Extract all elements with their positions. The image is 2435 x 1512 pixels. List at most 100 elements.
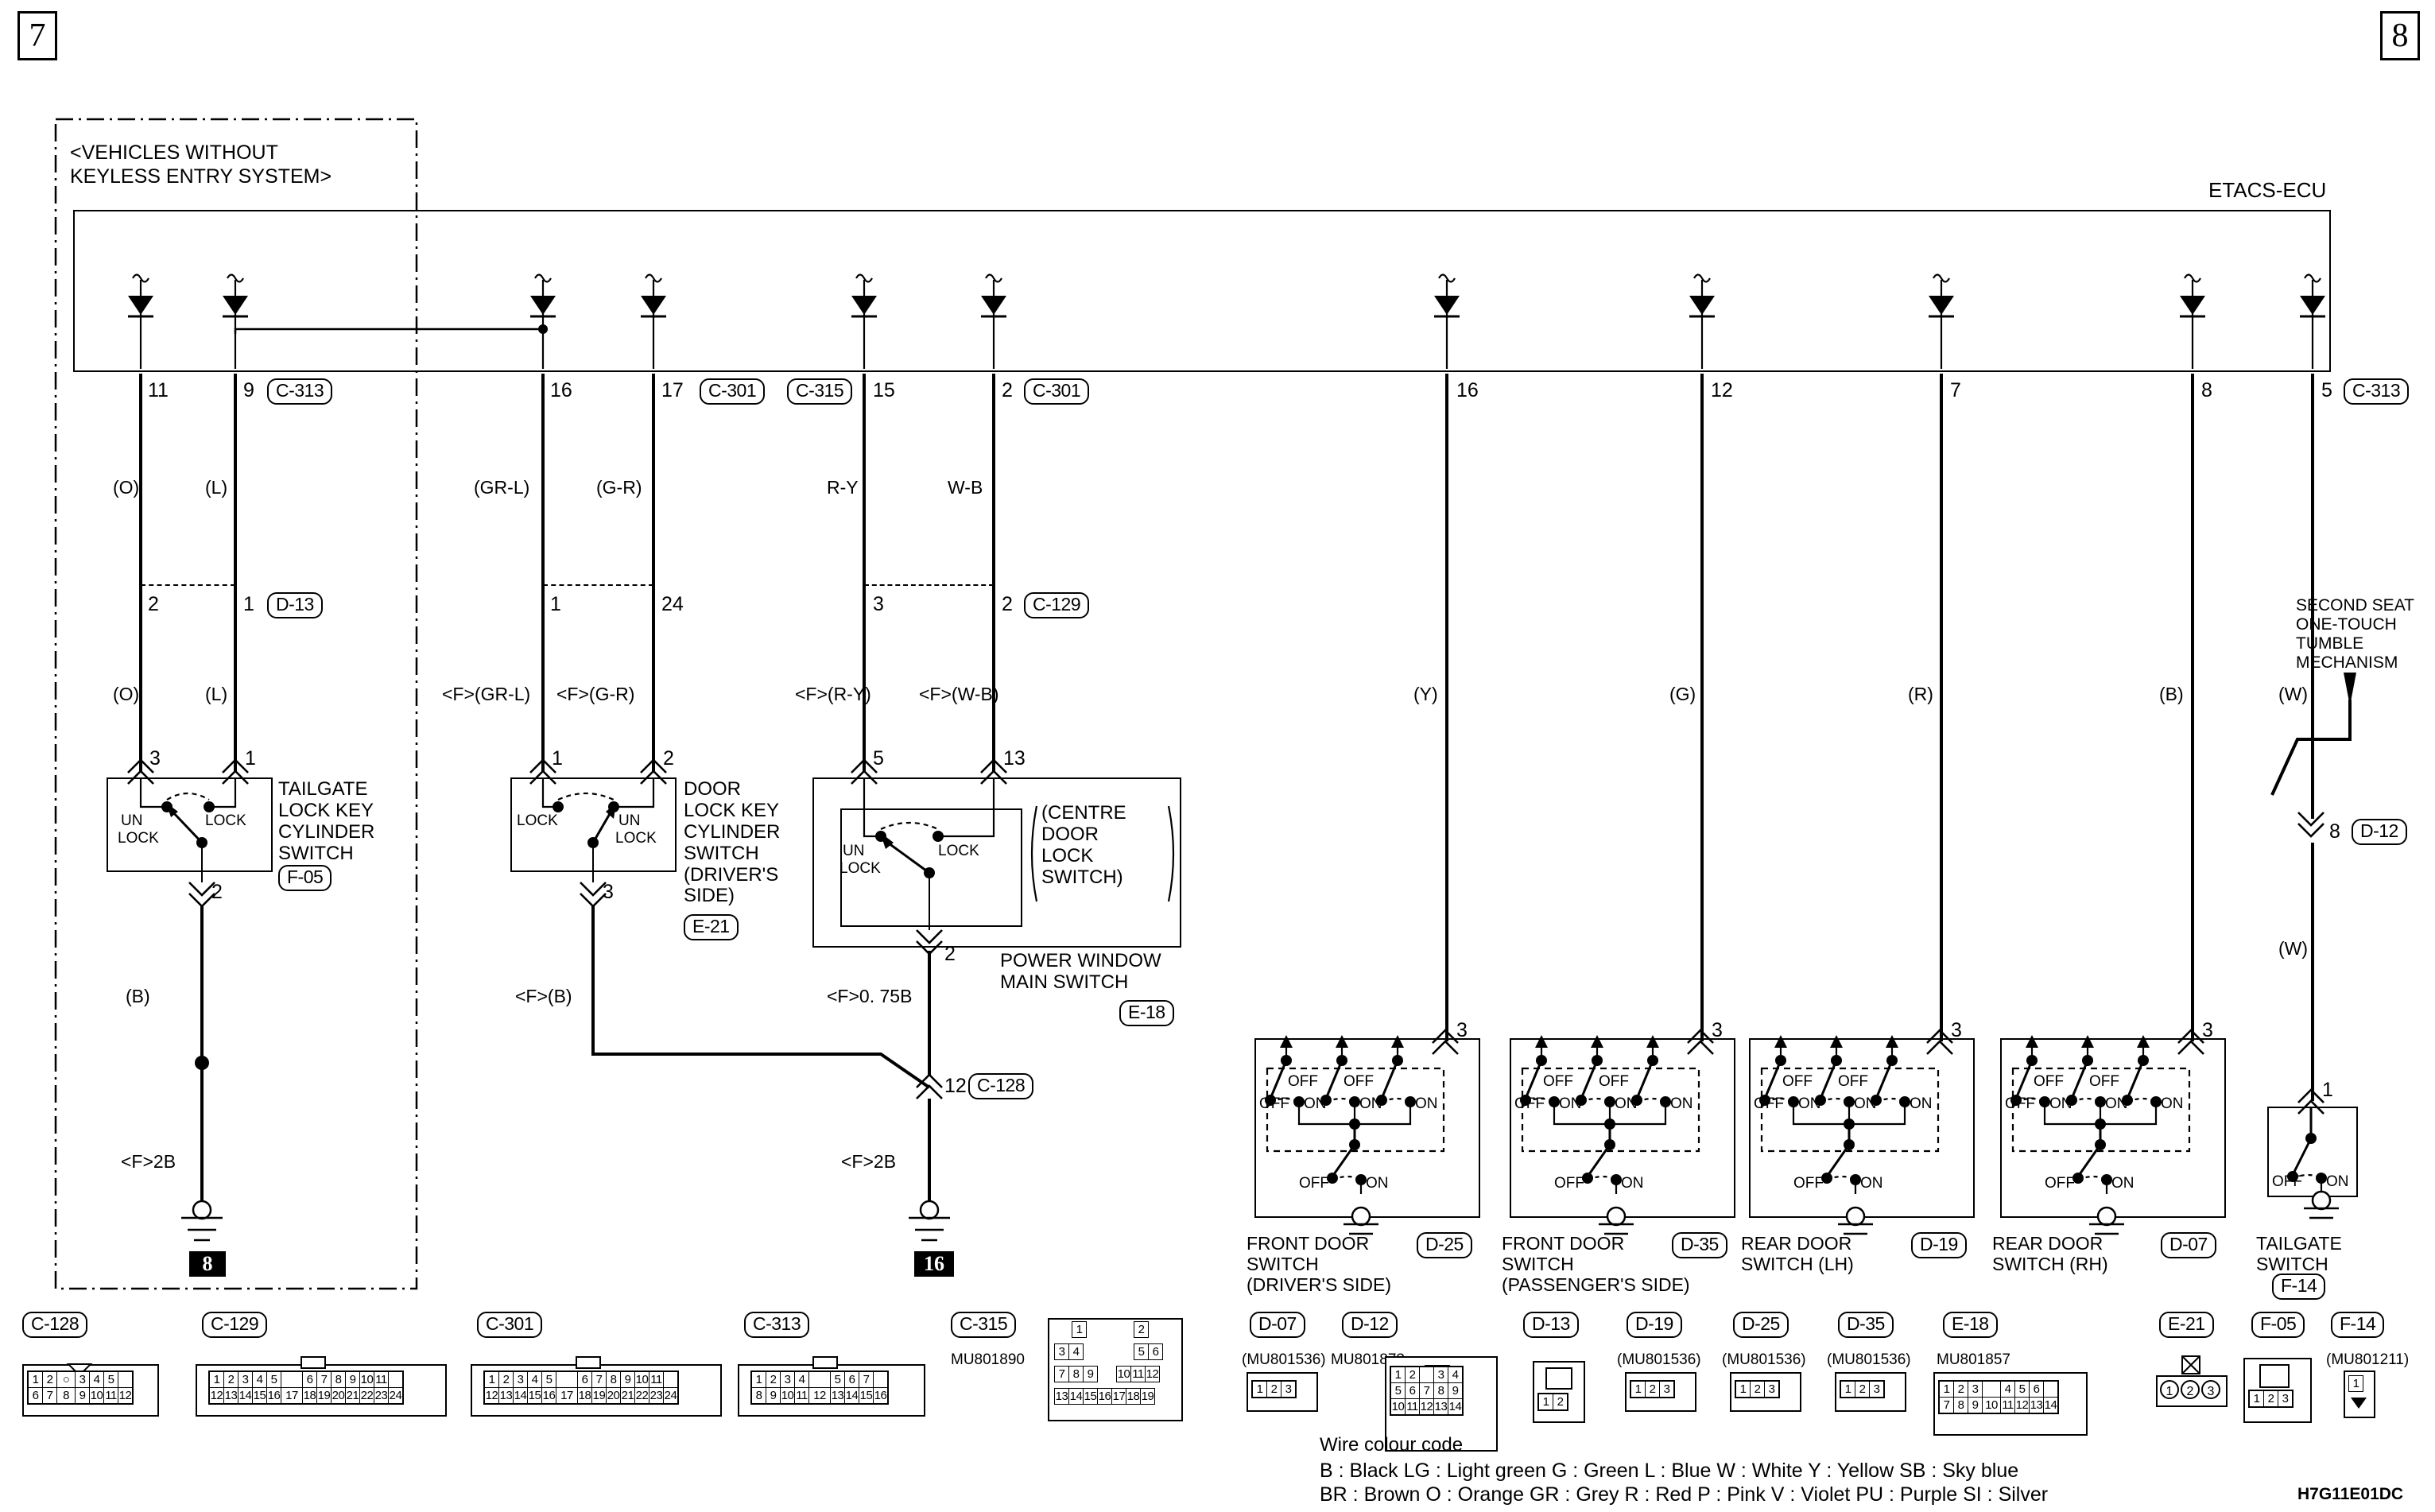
pin-cell: 11 [794, 1387, 809, 1405]
legend-pintable-C-315-r1b: 2 [1134, 1321, 1149, 1338]
pin-cell: 14 [238, 1387, 253, 1405]
pin-right-mid-2: 2 [1002, 593, 1013, 615]
pin-cell: 12 [2014, 1397, 2030, 1414]
d07-off-3: OFF [2089, 1073, 2119, 1090]
d07-on-3: ON [2161, 1095, 2184, 1112]
legend-connector-D-19: D-19 [1627, 1312, 1682, 1339]
wire-colour-left-lower-1: (O) [113, 684, 140, 704]
legend-part-E-18: MU801857 [1937, 1351, 2010, 1368]
pin-cell: 12 [1419, 1398, 1434, 1416]
legend-pintable-E-18: 123 456 789 10 11 12 13 14 [1938, 1380, 2059, 1414]
centre-contact-unlock-label: UN [843, 843, 865, 859]
connector-F-14-tailgate: F-14 [2272, 1274, 2326, 1301]
pin-cell: 10 [780, 1387, 795, 1405]
pin-left-mid-2: 2 [148, 593, 159, 615]
pin-cell: 8 [1433, 1382, 1448, 1399]
pin-cell: 4 [89, 1370, 104, 1388]
pin-cell: 5 [1390, 1382, 1406, 1399]
pin-cell: 1 [2248, 1390, 2264, 1408]
pin-out-tailgate-2: 2 [211, 881, 223, 903]
pin-cell: 20 [606, 1387, 621, 1405]
connector-D-35: D-35 [1672, 1232, 1727, 1259]
title-line-1: (CENTRE [1041, 802, 1126, 824]
pin-cell [281, 1370, 303, 1388]
rear-door-switch-lh-title: REAR DOOR SWITCH (LH) [1741, 1233, 1854, 1275]
tailgate-lock-key-cylinder-switch-title: TAILGATE LOCK KEY CYLINDER SWITCH [278, 778, 374, 865]
pin-bottom-right-13: 13 [1003, 747, 1026, 770]
title-line-2: SWITCH [1247, 1253, 1319, 1274]
legend-part-F-14: (MU801211) [2326, 1351, 2410, 1368]
ground-spec-pw-upper: <F>0. 75B [827, 986, 913, 1006]
tailgate-sw-off: OFF [2272, 1173, 2302, 1190]
pin-cell: 1 [1938, 1380, 1954, 1398]
legend-connector-D-13: D-13 [1523, 1312, 1579, 1339]
title-line-3: (DRIVER'S SIDE) [1247, 1274, 1392, 1295]
legend-part-D-19: (MU801536) [1617, 1351, 1701, 1368]
legend-pintable-C-301: 123 45 678 9 10 11 12 13 14 15 16 17 18 19 20 21… [483, 1370, 679, 1405]
pin-cell: 18 [302, 1387, 317, 1405]
pin-cell: 10 [634, 1370, 649, 1388]
pin-cell: 2 [498, 1370, 514, 1388]
legend-connector-E-18: E-18 [1943, 1312, 1998, 1339]
connector-D-07: D-07 [2161, 1232, 2216, 1259]
wire-colour-mid-1: (GR-L) [474, 477, 530, 498]
pin-door-12: 12 [1711, 379, 1733, 401]
wire-colour-code-heading: Wire colour code [1320, 1434, 1464, 1456]
legend-connector-D-25: D-25 [1733, 1312, 1789, 1339]
pin-cell: 3 [1659, 1380, 1675, 1398]
connector-F-05-tailgate-switch: F-05 [278, 865, 332, 892]
pin-cell: 5 [103, 1370, 118, 1388]
title-line-1: TAILGATE [278, 778, 368, 800]
d19-on-2: ON [1854, 1095, 1877, 1112]
pin-cell: 1 [1537, 1393, 1553, 1411]
pin-cell: 10 [89, 1387, 104, 1405]
d25-off-2: OFF [1288, 1073, 1318, 1090]
d07-off-lower: OFF [2045, 1175, 2075, 1192]
pin-cell: 2 [1750, 1380, 1765, 1398]
wire-11-O [139, 374, 142, 771]
pin-cell: 3 [75, 1370, 90, 1388]
tailgate-contact-unlock-label: UN [121, 812, 143, 829]
pin-right-15: 15 [873, 379, 895, 401]
pin-cell: 9 [1448, 1382, 1464, 1399]
legend-tab-D-13 [1545, 1367, 1572, 1390]
pin-cell: 2 [223, 1370, 238, 1388]
connector-C-128-splice: C-128 [968, 1073, 1034, 1100]
pin-cell: 7 [1938, 1397, 1954, 1414]
title-line-2: SWITCH (LH) [1741, 1253, 1854, 1274]
pin-cell: 9 [1968, 1397, 1983, 1414]
title-line-4: SWITCH) [1041, 866, 1123, 888]
pin-cell: 18 [577, 1387, 592, 1405]
legend-pintable-C-315-r3: 789 [1054, 1366, 1098, 1382]
pin-out-pw-2: 2 [944, 943, 956, 965]
legend-connector-F-05: F-05 [2251, 1312, 2305, 1339]
legend-pintable-C-315-r2: 34 [1054, 1343, 1084, 1360]
pin-cell: 4 [1448, 1366, 1464, 1383]
pin-bottom-left-1: 1 [245, 747, 256, 770]
pin-cell: 1 [27, 1370, 43, 1388]
pin-cell: 16 [873, 1387, 889, 1405]
pin-cell: 14 [513, 1387, 528, 1405]
pin-cell: 24 [663, 1387, 679, 1405]
ground-ref-pw: 16 [914, 1251, 954, 1277]
legend-tab-C-301 [576, 1356, 601, 1369]
connector-D-25: D-25 [1417, 1232, 1472, 1259]
connector-E-21-door-switch: E-21 [684, 914, 739, 941]
pin-cell: 17 [1111, 1388, 1126, 1405]
pin-cell: 24 [388, 1387, 404, 1405]
title-line-1: POWER WINDOW [1000, 950, 1161, 971]
d07-on-2: ON [2105, 1095, 2128, 1112]
pin-cell: 16 [1097, 1388, 1112, 1405]
second-seat-mechanism-note: SECOND SEAT ONE-TOUCH TUMBLE MECHANISM [2296, 596, 2414, 673]
pin-right-2: 2 [1002, 379, 1013, 401]
title-line-2: LOCK KEY [684, 799, 780, 821]
pin-cell: 9 [1083, 1366, 1098, 1382]
title-line-1: FRONT DOOR [1247, 1233, 1370, 1254]
wire-colour-door-1: (Y) [1413, 684, 1438, 704]
wire-colour-tailgate-ground: (B) [126, 986, 150, 1006]
pin-cell: 5 [1134, 1343, 1149, 1360]
legend-connector-D-07: D-07 [1250, 1312, 1305, 1339]
pin-cell: 2 [1266, 1380, 1281, 1398]
centre-door-lock-switch-title: (CENTRE DOOR LOCK SWITCH) [1041, 802, 1126, 889]
connector-C-315-top: C-315 [787, 378, 853, 405]
